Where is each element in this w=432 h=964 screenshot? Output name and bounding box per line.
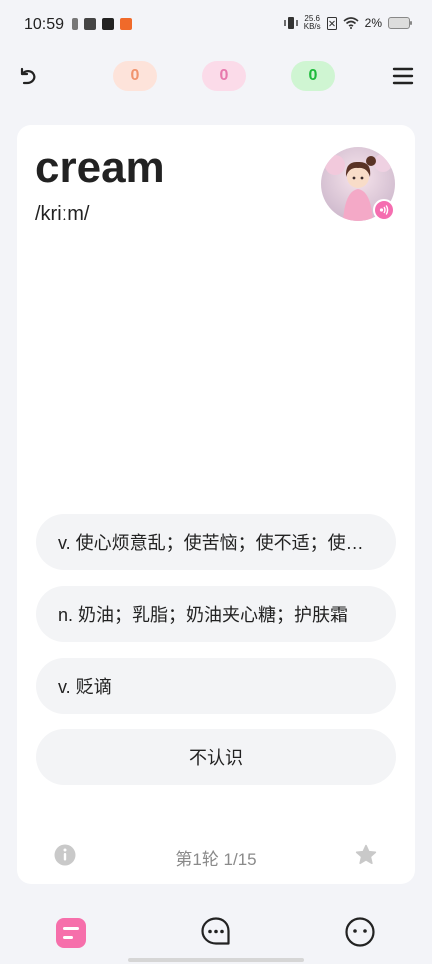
top-bar: 0 0 0	[0, 52, 432, 100]
notification-icons	[72, 18, 132, 30]
count-badge-review: 0	[202, 61, 246, 91]
speaker-icon[interactable]	[373, 199, 395, 221]
option-1-text: v. 使心烦意乱；使苦恼；使不适；使紧张	[58, 533, 374, 553]
bottom-nav	[0, 900, 432, 964]
option-2-text: n. 奶油；乳脂；奶油夹心糖；护肤霜	[58, 605, 349, 625]
option-3[interactable]: v. 贬谪	[36, 658, 396, 714]
menu-icon[interactable]	[392, 66, 414, 86]
option-2[interactable]: n. 奶油；乳脂；奶油夹心糖；护肤霜	[36, 586, 396, 642]
status-bar: 10:59 25.6 KB/s 2%	[0, 0, 432, 52]
flashcard-icon[interactable]	[56, 918, 86, 948]
option-3-text: v. 贬谪	[58, 677, 112, 697]
status-right: 25.6 KB/s 2%	[284, 15, 412, 31]
home-indicator[interactable]	[128, 958, 304, 962]
sim-icon	[72, 18, 78, 30]
face-icon[interactable]	[344, 916, 376, 948]
star-icon[interactable]	[354, 843, 378, 867]
phonetic: /kriːm/	[35, 203, 90, 225]
mail-icon	[84, 18, 96, 30]
back-icon[interactable]	[16, 64, 40, 88]
vibrate-icon	[284, 17, 298, 29]
count-badge-new: 0	[113, 61, 157, 91]
wifi-icon	[343, 17, 359, 29]
word-title: cream	[35, 143, 165, 192]
unknown-button[interactable]: 不认识	[36, 729, 396, 785]
word-card: cream /kriːm/ v. 使心烦意乱；使苦恼；使不适；使紧张 n. 奶油…	[17, 125, 415, 884]
tiktok-icon	[102, 18, 114, 30]
battery-icon	[388, 17, 412, 29]
speed-unit: KB/s	[303, 22, 321, 31]
count-badge-known: 0	[291, 61, 335, 91]
chat-icon[interactable]	[200, 916, 232, 948]
app-notification-icon	[120, 18, 132, 30]
unknown-button-label: 不认识	[189, 748, 243, 768]
battery-percent: 2%	[364, 16, 382, 30]
no-sim-icon	[326, 16, 337, 30]
network-speed: 25.6 KB/s	[304, 15, 321, 31]
option-1[interactable]: v. 使心烦意乱；使苦恼；使不适；使紧张	[36, 514, 396, 570]
status-time: 10:59	[24, 16, 65, 33]
